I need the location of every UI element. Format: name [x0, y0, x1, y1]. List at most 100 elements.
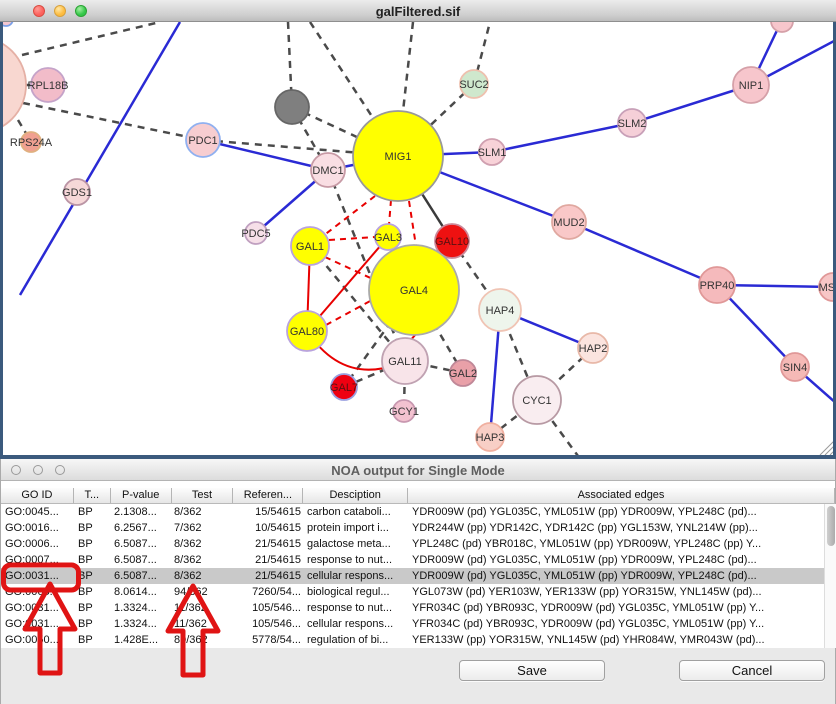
cell: 6.2567...: [111, 520, 172, 536]
cell: YFR034C (pd) YBR093C, YDR009W (pd) YGL03…: [409, 600, 824, 616]
cell: 10/54615: [234, 520, 304, 536]
table-row[interactable]: GO:0045...BP2.1308...8/36215/54615carbon…: [1, 504, 824, 520]
cell: GO:0031...: [1, 616, 74, 632]
column-header-p-value[interactable]: P-value: [111, 488, 172, 503]
cell: regulation of bi...: [304, 632, 409, 648]
noa-output-window: NOA output for Single Mode GO IDT...P-va…: [0, 459, 836, 704]
network-graph: RPL18BRPS24AGDS1PDC1DMC1MIG1SUC2SLM1SLM2…: [0, 22, 836, 459]
cell: BP: [74, 600, 111, 616]
column-header-test[interactable]: Test: [172, 488, 234, 503]
column-header-desciption[interactable]: Desciption: [303, 488, 408, 503]
cell: 8/362: [172, 536, 234, 552]
save-button[interactable]: Save: [459, 660, 605, 681]
edge-pp: [492, 123, 632, 152]
column-header-t[interactable]: T...: [74, 488, 111, 503]
table-row[interactable]: GO:0006...BP6.5087...8/36221/54615galact…: [1, 536, 824, 552]
edge-pp: [203, 140, 328, 170]
table-row[interactable]: GO:0065...BP8.0614...94/3627260/54...bio…: [1, 584, 824, 600]
column-header-associated-edges[interactable]: Associated edges: [408, 488, 835, 503]
table-header: GO IDT...P-valueTestReferen...Desciption…: [1, 488, 835, 504]
node-label-GAL1: GAL1: [296, 241, 324, 253]
cell: YER133W (pp) YOR315W, YNL145W (pd) YHR08…: [409, 632, 824, 648]
cell: protein import i...: [304, 520, 409, 536]
network-canvas[interactable]: RPL18BRPS24AGDS1PDC1DMC1MIG1SUC2SLM1SLM2…: [0, 22, 836, 459]
cell: 5778/54...: [234, 632, 304, 648]
table-row[interactable]: GO:0031...BP1.3324...11/362105/546...cel…: [1, 616, 824, 632]
edge-pd-dashed: [22, 22, 160, 55]
window-border: [0, 22, 3, 459]
cell: 80/362: [172, 632, 234, 648]
node-label-SIN4: SIN4: [783, 362, 807, 374]
node-label-HAP2: HAP2: [579, 343, 608, 355]
cell: 8/362: [172, 568, 234, 584]
node-label-GAL3: GAL3: [374, 232, 402, 244]
cell: galactose meta...: [304, 536, 409, 552]
cell: 7/362: [172, 520, 234, 536]
cell: YDR009W (pd) YGL035C, YML051W (pp) YDR00…: [409, 504, 824, 520]
node-gray[interactable]: [275, 90, 309, 124]
cell: 6.5087...: [111, 568, 172, 584]
table-row[interactable]: GO:0031...BP6.5087...8/36221/54615cellul…: [1, 568, 824, 584]
cell: cellular respons...: [304, 616, 409, 632]
cell: GO:0006...: [1, 536, 74, 552]
cell: YDR244W (pp) YDR142C, YDR142C (pp) YGL15…: [409, 520, 824, 536]
node-label-GAL10: GAL10: [435, 236, 469, 248]
cell: 105/546...: [234, 600, 304, 616]
node-label-GAL4: GAL4: [400, 285, 428, 297]
cell: 7260/54...: [234, 584, 304, 600]
cell: GO:0045...: [1, 504, 74, 520]
cell: BP: [74, 520, 111, 536]
cell: cellular respons...: [304, 568, 409, 584]
edge-red-dashed: [326, 300, 372, 325]
table-row[interactable]: GO:0016...BP6.2567...7/36210/54615protei…: [1, 520, 824, 536]
node-label-GAL7: GAL7: [330, 382, 358, 394]
column-header-go-id[interactable]: GO ID: [1, 488, 74, 503]
node-label-SUC2: SUC2: [459, 79, 488, 91]
cell: biological regul...: [304, 584, 409, 600]
cell: 1.428E...: [111, 632, 172, 648]
node-label-NIP1: NIP1: [739, 80, 763, 92]
cell: 6.5087...: [111, 536, 172, 552]
node-label-HAP4: HAP4: [486, 305, 515, 317]
cell: 8/362: [172, 552, 234, 568]
cell: GO:0031...: [1, 600, 74, 616]
cell: response to nut...: [304, 552, 409, 568]
cell: 94/362: [172, 584, 234, 600]
edge-pp: [569, 222, 717, 285]
cell: 21/54615: [234, 536, 304, 552]
node-big-left[interactable]: [0, 37, 26, 133]
table-row[interactable]: GO:0031...BP1.3324...11/362105/546...res…: [1, 600, 824, 616]
cell: 1.3324...: [111, 616, 172, 632]
vertical-scrollbar[interactable]: [824, 504, 836, 648]
noa-window-titlebar[interactable]: NOA output for Single Mode: [1, 459, 835, 481]
edge-red-dashed: [329, 237, 375, 240]
node-label-PRP40: PRP40: [700, 280, 735, 292]
cell: 1.3324...: [111, 600, 172, 616]
node-label-SLM2: SLM2: [618, 118, 647, 130]
node-label-SLM1: SLM1: [478, 147, 507, 159]
table-body: GO:0045...BP2.1308...8/36215/54615carbon…: [1, 504, 835, 648]
cell: response to nut...: [304, 600, 409, 616]
cell: 8/362: [172, 504, 234, 520]
node-label-RPS24A: RPS24A: [10, 137, 53, 149]
table-row[interactable]: GO:0050...BP1.428E...80/3625778/54...reg…: [1, 632, 824, 648]
node-label-DMC1: DMC1: [312, 165, 343, 177]
node-topright[interactable]: [771, 22, 793, 32]
table-row[interactable]: GO:0007...BP6.5087...8/36221/54615respon…: [1, 552, 824, 568]
cell: 8.0614...: [111, 584, 172, 600]
scrollbar-thumb[interactable]: [827, 506, 835, 546]
node-label-PDC1: PDC1: [188, 135, 217, 147]
column-header-referen[interactable]: Referen...: [233, 488, 303, 503]
cancel-button[interactable]: Cancel: [679, 660, 825, 681]
cell: YFR034C (pd) YBR093C, YDR009W (pd) YGL03…: [409, 616, 824, 632]
network-window-titlebar[interactable]: galFiltered.sif: [0, 0, 836, 22]
cell: GO:0007...: [1, 552, 74, 568]
cell: BP: [74, 536, 111, 552]
edge-pp: [20, 22, 180, 295]
cell: YDR009W (pd) YGL035C, YML051W (pp) YDR00…: [409, 568, 824, 584]
node-label-MUD2: MUD2: [553, 217, 584, 229]
node-label-RPL18B: RPL18B: [28, 80, 69, 92]
node-label-CYC1: CYC1: [522, 395, 551, 407]
cell: 21/54615: [234, 552, 304, 568]
node-label-PDC5: PDC5: [241, 228, 270, 240]
